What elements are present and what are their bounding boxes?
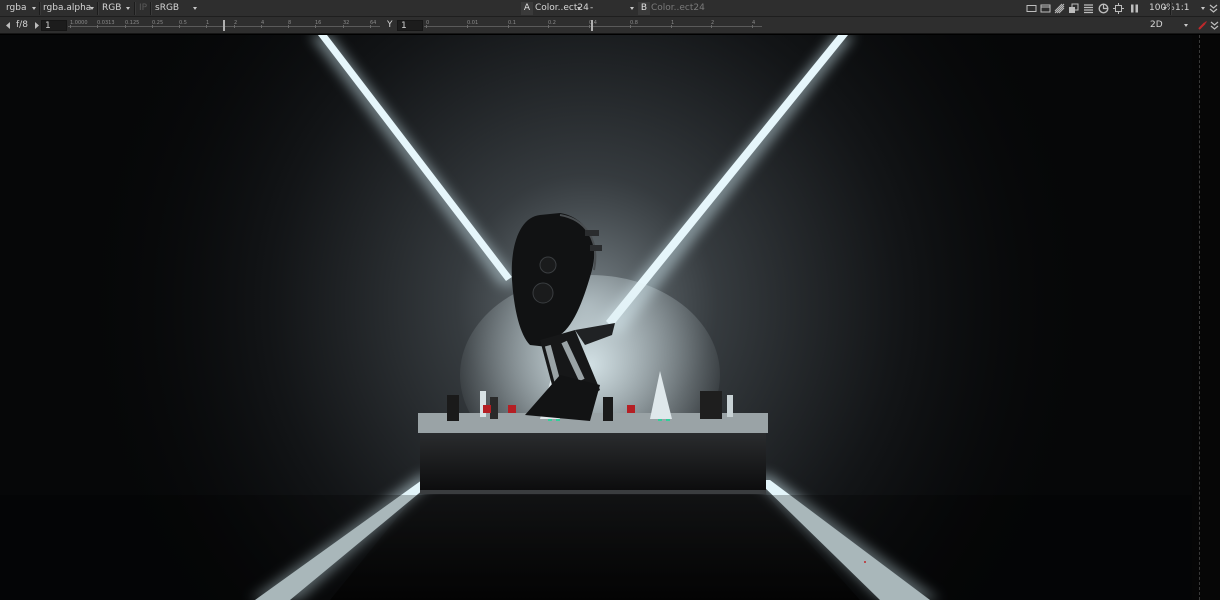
colorspace-value: sRGB	[155, 3, 180, 13]
input-a-letter: A	[523, 3, 531, 13]
chevron-down-icon	[90, 7, 94, 10]
alpha-channel-value: rgba.alpha	[43, 3, 92, 13]
gain-tick-label: 0.5	[179, 20, 187, 26]
gamma-tick-mark	[548, 25, 549, 28]
chevron-down-icon	[577, 7, 581, 10]
lut-icon[interactable]	[1098, 3, 1109, 14]
chevron-down-icon	[1201, 7, 1205, 10]
gain-slider[interactable]: 1.0000 0.0313 0.125 0.25 0.5 1 2 4 8 16 32 64	[68, 20, 380, 31]
view-mode-value: 2D	[1150, 20, 1163, 30]
display-channels-value: RGB	[102, 3, 122, 13]
gamma-input[interactable]: 1	[397, 20, 423, 31]
paint-brush-icon[interactable]	[1197, 20, 1208, 31]
chevron-down-icon	[1184, 24, 1188, 27]
gamma-slider[interactable]: 00.010.10.20.40.8124	[424, 20, 762, 31]
wipe-icon[interactable]	[1068, 3, 1079, 14]
fstop-decrease-icon[interactable]	[3, 20, 14, 31]
clip-warning-icon[interactable]	[1113, 3, 1124, 14]
gamma-tick-mark	[630, 25, 631, 28]
chevron-down-icon	[32, 7, 36, 10]
gamma-tick-mark	[711, 25, 712, 28]
viewer-top-toolbar: rgba rgba.alpha RGB IP sRGB A Color..ect…	[0, 0, 1220, 17]
gamma-tick-mark	[752, 25, 753, 28]
viewer-frame-edge	[1199, 35, 1200, 600]
gain-tick-label: 1.0000	[70, 20, 88, 26]
gain-tick-mark	[370, 25, 371, 28]
pause-icon[interactable]	[1129, 3, 1140, 14]
ip-label: IP	[139, 3, 148, 13]
fstop-value: f/8	[16, 20, 28, 30]
checkerboard-icon[interactable]	[1054, 3, 1065, 14]
input-b-button[interactable]: B	[638, 2, 650, 15]
gamma-tick-mark	[426, 25, 427, 28]
rendered-image	[0, 35, 1192, 600]
gain-tick-mark	[288, 25, 289, 28]
input-b-value: Color..ect24	[651, 3, 705, 13]
gain-input[interactable]: 1	[41, 20, 67, 31]
gamma-tick-label: 0.2	[548, 20, 556, 26]
proxy-value: 1:1	[1175, 3, 1190, 13]
alpha-channel-dropdown[interactable]: rgba.alpha	[43, 2, 94, 15]
gamma-tick-label: 0.1	[508, 20, 516, 26]
expand-icon[interactable]	[1209, 20, 1220, 31]
gain-tick-mark	[234, 25, 235, 28]
gain-tick-mark	[206, 25, 207, 28]
viewer-right-margin	[1192, 35, 1220, 600]
input-b-dropdown[interactable]: Color..ect24	[651, 2, 705, 15]
divider	[1170, 2, 1171, 15]
colorspace-dropdown[interactable]: sRGB	[155, 2, 197, 15]
divider	[97, 2, 98, 15]
gain-slider-handle[interactable]	[223, 20, 225, 31]
proxy-dropdown[interactable]: 1:1	[1175, 2, 1205, 15]
chevron-down-icon	[630, 7, 634, 10]
gain-tick-mark	[125, 25, 126, 28]
fstop-label[interactable]: f/8	[16, 19, 28, 32]
input-a-button[interactable]: A	[521, 2, 533, 15]
gamma-tick-mark	[589, 25, 590, 28]
overlay-icon[interactable]	[1083, 3, 1094, 14]
gain-tick-label: 0.0313	[97, 20, 115, 26]
gain-tick-mark	[152, 25, 153, 28]
viewer-gain-gamma-toolbar: f/8 1 1.0000 0.0313 0.125 0.25 0.5 1 2 4 8 16 32 64…	[0, 17, 1220, 34]
gamma-label: Y	[387, 20, 393, 30]
divider	[39, 2, 40, 15]
gain-tick-label: 0.25	[152, 20, 164, 26]
chevron-down-icon	[126, 7, 130, 10]
channels-value: rgba	[6, 3, 27, 13]
zoom-dropdown[interactable]: 100%	[1149, 2, 1175, 15]
input-process-toggle[interactable]: IP	[139, 2, 147, 15]
compare-mode-dropdown[interactable]: -	[586, 2, 634, 15]
gain-tick-mark	[315, 25, 316, 28]
gamma-value: 1	[401, 21, 407, 31]
gamma-tick-label: 0.8	[630, 20, 638, 26]
divider	[150, 2, 151, 15]
gamma-tick-label: 0.01	[467, 20, 479, 26]
input-b-letter: B	[640, 3, 648, 13]
gain-tick-mark	[97, 25, 98, 28]
gain-tick-label: 0.125	[125, 20, 140, 26]
gamma-tick-mark	[508, 25, 509, 28]
gain-tick-mark	[70, 25, 71, 28]
roi-icon[interactable]	[1026, 3, 1037, 14]
gamma-tick-mark	[467, 25, 468, 28]
viewer-canvas[interactable]	[0, 35, 1192, 600]
gamma-tick-mark	[671, 25, 672, 28]
expand-icon[interactable]	[1208, 3, 1219, 14]
gain-tick-mark	[343, 25, 344, 28]
safe-area-icon[interactable]	[1040, 3, 1051, 14]
chevron-down-icon	[193, 7, 197, 10]
gain-tick-mark	[261, 25, 262, 28]
gain-value: 1	[45, 21, 51, 31]
gamma-slider-handle[interactable]	[591, 20, 593, 31]
divider	[134, 2, 135, 15]
compare-mode-value: -	[590, 3, 594, 13]
gain-tick-mark	[179, 25, 180, 28]
channels-dropdown[interactable]: rgba	[6, 2, 36, 15]
view-mode-dropdown[interactable]: 2D	[1150, 19, 1188, 32]
display-channels-dropdown[interactable]: RGB	[102, 2, 130, 15]
input-a-dropdown[interactable]: Color..ect24	[535, 2, 589, 15]
chevron-down-icon	[1163, 7, 1167, 10]
